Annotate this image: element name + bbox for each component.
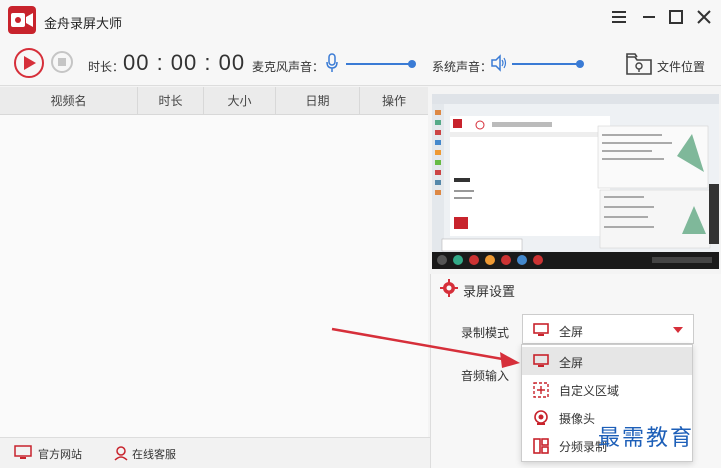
official-website-link[interactable]: 官方网站 — [38, 446, 82, 462]
stop-icon — [58, 58, 66, 66]
title-bar: 金舟录屏大师 — [0, 0, 721, 42]
webcam-icon — [534, 410, 548, 425]
monitor-icon — [533, 323, 549, 336]
column-video-name[interactable]: 视频名 — [0, 87, 138, 115]
option-label: 摄像头 — [559, 412, 596, 426]
split-icon — [533, 438, 549, 454]
mic-volume-knob[interactable] — [408, 60, 416, 68]
microphone-icon[interactable] — [325, 53, 339, 73]
record-settings-title: 录屏设置 — [463, 285, 516, 300]
chevron-down-icon[interactable] — [673, 327, 683, 333]
system-volume-label: 系统声音： — [432, 60, 493, 74]
preview-taskbar — [432, 252, 719, 269]
close-button[interactable] — [692, 6, 716, 28]
folder-location-button[interactable]: 文件位置 — [657, 58, 705, 75]
minimize-button[interactable] — [637, 6, 661, 28]
video-list-header: 视频名 时长 大小 日期 操作 — [0, 87, 428, 115]
monitor-icon — [533, 354, 549, 367]
mic-volume-slider[interactable] — [346, 60, 416, 68]
column-size[interactable]: 大小 — [204, 87, 276, 115]
status-bar: 官方网站 在线客服 — [0, 437, 430, 468]
duration-timer: 00 : 00 : 00 — [123, 50, 246, 75]
system-volume-slider[interactable] — [512, 60, 584, 68]
record-mode-select[interactable]: 全屏 — [522, 314, 694, 344]
watermark-text: 最需教育 — [598, 426, 695, 451]
play-icon — [24, 56, 36, 70]
monitor-icon — [14, 445, 32, 459]
region-icon — [533, 382, 549, 398]
maximize-button[interactable] — [664, 6, 688, 28]
column-actions[interactable]: 操作 — [360, 87, 428, 115]
option-custom-region[interactable]: 自定义区域 — [522, 375, 692, 403]
video-list[interactable] — [0, 115, 428, 437]
start-record-button[interactable] — [14, 48, 44, 78]
column-duration[interactable]: 时长 — [138, 87, 204, 115]
support-agent-icon — [114, 446, 128, 461]
screen-preview — [432, 94, 719, 269]
toolbar: 时长： 00 : 00 : 00 麦克风声音： 系统声音： 文件位置 — [0, 42, 721, 86]
option-fullscreen[interactable]: 全屏 — [522, 347, 692, 375]
stop-record-button[interactable] — [51, 51, 73, 73]
folder-location-icon[interactable] — [625, 51, 653, 77]
annotation-arrow-icon — [331, 327, 520, 368]
record-mode-value: 全屏 — [559, 325, 584, 339]
mic-volume-label: 麦克风声音： — [252, 60, 325, 74]
online-support-link[interactable]: 在线客服 — [132, 446, 176, 462]
duration-label: 时长： — [88, 60, 125, 74]
option-label: 自定义区域 — [559, 384, 620, 398]
column-date[interactable]: 日期 — [276, 87, 360, 115]
system-volume-knob[interactable] — [576, 60, 584, 68]
app-title: 金舟录屏大师 — [44, 17, 123, 32]
speaker-icon[interactable] — [490, 54, 508, 72]
gear-icon — [440, 279, 458, 297]
menu-button[interactable] — [607, 6, 631, 28]
app-logo-icon — [8, 6, 36, 34]
option-label: 全屏 — [559, 356, 584, 370]
preview-screen-image — [432, 94, 719, 252]
